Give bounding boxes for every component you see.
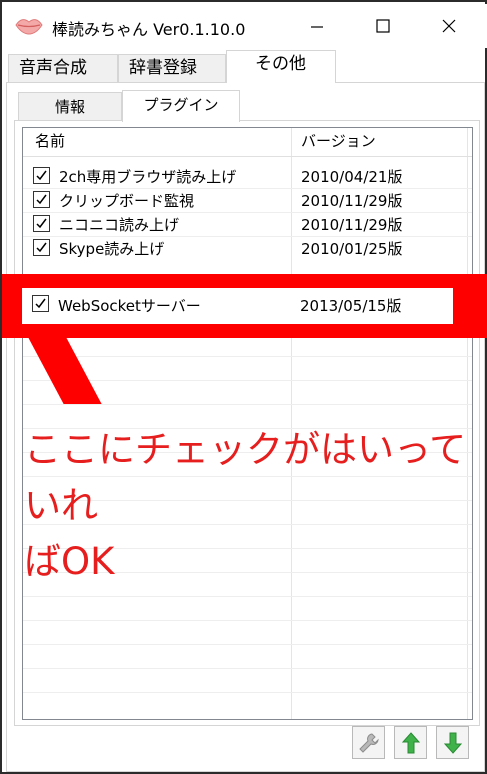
plugin-name: クリップボード監視 [59,192,195,210]
plugin-checkbox[interactable] [33,215,50,232]
check-icon [36,194,47,205]
plugin-version: 2010/04/21版 [301,168,403,186]
check-icon [36,170,47,181]
tab-dictionary[interactable]: 辞書登録 [118,54,226,82]
row-divider [23,644,472,645]
list-item[interactable]: 2ch専用ブラウザ読み上げ 2010/04/21版 [23,164,472,188]
annotation-text: ここにチェックがはいっていれ ばOK [24,422,484,590]
move-up-button[interactable] [394,726,427,759]
header-divider [23,156,472,157]
arrow-down-icon [443,732,462,754]
plugin-checkbox[interactable] [32,295,49,312]
list-item[interactable]: ニコニコ読み上げ 2010/11/29版 [23,212,472,236]
plugin-checkbox[interactable] [33,239,50,256]
close-button[interactable] [426,4,472,48]
wrench-icon [358,732,379,753]
row-divider [23,356,472,357]
column-header-version[interactable]: バージョン [301,130,376,151]
check-icon [35,298,46,309]
move-down-button[interactable] [436,726,469,759]
lips-icon [14,14,44,38]
minimize-button[interactable] [294,4,340,48]
arrow-up-icon [401,731,420,753]
column-header-name[interactable]: 名前 [35,130,65,151]
row-divider [23,692,472,693]
row-divider [23,620,472,621]
list-item-highlighted[interactable]: WebSocketサーバー 2013/05/15版 [22,288,453,324]
annotation-line-2: ばOK [24,540,115,583]
tab-other[interactable]: その他 [226,50,336,83]
title-bar: 棒読みちゃん Ver0.1.10.0 [4,4,487,48]
window-title: 棒読みちゃん Ver0.1.10.0 [52,20,246,39]
window-frame: 棒読みちゃん Ver0.1.10.0 音声合成 辞書登録 その他 情報 プラグイ… [0,0,487,774]
plugin-version: 2010/11/29版 [301,216,403,234]
tab-plugins[interactable]: プラグイン [122,90,240,122]
list-item[interactable]: Skype読み上げ 2010/01/25版 [23,236,472,260]
row-divider [23,404,472,405]
annotation-line-1: ここにチェックがはいっていれ [24,428,467,527]
check-icon [36,218,47,229]
plugin-settings-button[interactable] [352,726,385,759]
row-divider [23,596,472,597]
tab-info[interactable]: 情報 [18,92,122,122]
check-icon [36,242,47,253]
plugin-checkbox[interactable] [33,167,50,184]
plugin-name: 2ch専用ブラウザ読み上げ [59,168,237,186]
row-divider [23,380,472,381]
plugin-name: Skype読み上げ [59,240,165,258]
plugin-version: 2010/11/29版 [301,192,403,210]
plugin-checkbox[interactable] [33,191,50,208]
plugin-name: WebSocketサーバー [58,297,201,315]
plugin-name: ニコニコ読み上げ [59,216,180,234]
plugin-version: 2010/01/25版 [301,240,403,258]
maximize-button[interactable] [360,4,406,48]
plugin-version: 2013/05/15版 [300,297,402,315]
list-item[interactable]: クリップボード監視 2010/11/29版 [23,188,472,212]
tab-voice-synthesis[interactable]: 音声合成 [8,54,118,82]
row-divider [23,668,472,669]
outer-tab-strip: 音声合成 辞書登録 その他 [4,48,487,83]
